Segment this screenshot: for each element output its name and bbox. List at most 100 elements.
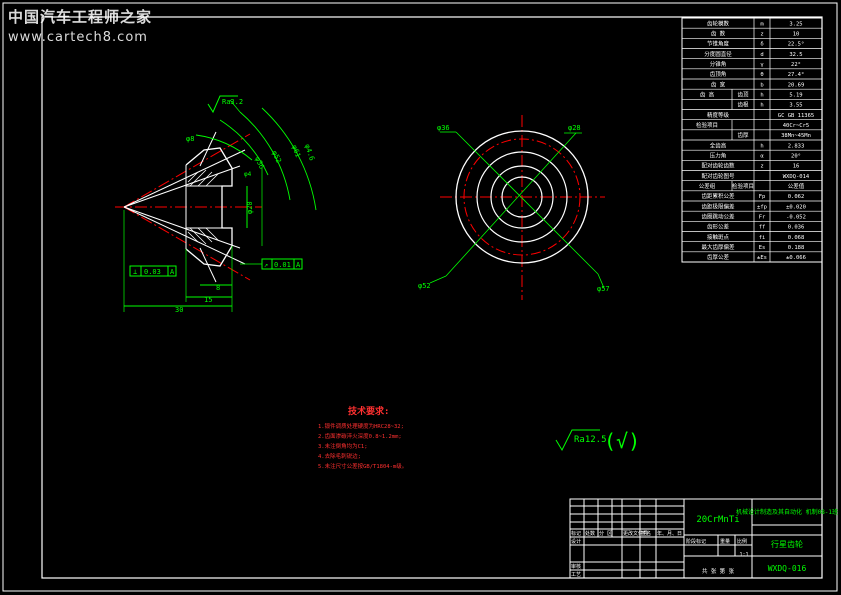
param-value: -0.052	[786, 214, 806, 220]
note-line: 2.齿面渗碳淬火深度0.8~1.2mm;	[318, 432, 402, 440]
param-value: 0.188	[788, 245, 805, 251]
general-surface-mark: Ra12.5 (√)	[555, 429, 640, 453]
drawing-number: WXDQ-016	[768, 564, 807, 573]
end-dim-1: φ36	[437, 124, 450, 132]
param-label: 节锥角度	[707, 40, 730, 48]
param-value: 0.036	[788, 225, 805, 231]
param-label: 分锥角	[710, 60, 727, 68]
param-symbol: γ	[760, 62, 764, 68]
param-value: 40Cr~Cr5	[783, 123, 810, 129]
dim-cone1: φ36	[253, 155, 266, 170]
param-label: 齿圈跳动公差	[701, 212, 735, 220]
pitch-cone-line	[123, 133, 251, 208]
param-value: ±0.066	[786, 255, 806, 261]
param-symbol: Fr	[759, 214, 766, 220]
technical-requirements: 技术要求: 1.锻件调质处理硬度为HRC28~32; 2.齿面渗碳淬火深度0.8…	[318, 405, 407, 470]
param-label: 压力角	[710, 151, 727, 159]
dim-cone4: φ4.6	[303, 143, 316, 162]
param-label: 齿 宽	[711, 80, 726, 88]
svg-text:⊥: ⊥	[133, 268, 137, 276]
svg-text:比例: 比例	[737, 538, 747, 545]
note-line: 5.未注尺寸公差按GB/T1804-m级。	[318, 462, 407, 470]
drawing-canvas: 30 15 8 φ20 ⊥ 0.03 A ↗ 0.01 A Ra3.2 φ36 …	[2, 2, 838, 592]
param-label: 接触斑点	[707, 233, 730, 241]
param-value: 3.55	[789, 103, 802, 109]
svg-text:↗: ↗	[264, 261, 268, 269]
param-value: 2.833	[788, 143, 805, 149]
param-symbol: b	[760, 82, 763, 88]
end-dim-4: φ57	[597, 285, 610, 293]
part-name: 行星齿轮	[771, 539, 803, 549]
dim-cone2: φ52	[270, 149, 283, 164]
svg-text:处数: 处数	[585, 530, 595, 537]
param-label: 公差组	[699, 182, 716, 190]
inner-border	[41, 16, 823, 579]
param-value: 0.062	[788, 194, 805, 200]
param-symbol: ff	[759, 225, 766, 231]
svg-text:A: A	[170, 268, 175, 276]
material-name: 20CrMnTi	[696, 515, 739, 525]
param-symbol: Es	[759, 245, 766, 251]
param-value: 10	[793, 31, 800, 37]
scale: 1:1	[739, 552, 748, 558]
param-symbol: z	[760, 31, 763, 37]
svg-text:0.03: 0.03	[144, 268, 161, 276]
param-value: 20°	[791, 153, 801, 159]
param-value: 3.25	[789, 21, 802, 27]
sheet-info: 共 张 第 张	[702, 567, 734, 575]
param-value: 公差值	[788, 182, 805, 190]
param-label: 齿距累积公差	[701, 192, 735, 200]
note-line: 3.未注倒角均为C1;	[318, 442, 368, 450]
parameter-table: 齿轮模数 m 3.25 齿 数 z 10 节锥角度 δ 22.5° 分度圆直径 d 32.5 分锥角 γ 2…	[681, 17, 823, 263]
dim-tilt2: φ4	[244, 171, 252, 178]
param-value: 27.4°	[788, 72, 805, 78]
param-label: 检验项目	[696, 121, 718, 129]
dim-15: 15	[204, 296, 212, 304]
param-symbol: z	[760, 164, 763, 170]
svg-text:标记: 标记	[571, 530, 581, 537]
svg-text:分 区: 分 区	[599, 530, 612, 537]
param-label: 齿 数	[711, 29, 726, 37]
param-label: 齿 高	[700, 90, 715, 98]
param-symbol: d	[760, 52, 763, 58]
param-sublabel: 齿顶	[737, 91, 749, 98]
param-symbol: δ	[760, 42, 763, 48]
end-dim-2: φ28	[568, 124, 581, 132]
param-value: 22.5°	[788, 42, 805, 48]
param-symbol: h	[760, 92, 763, 98]
param-label: 齿顶角	[710, 70, 727, 78]
param-label: 配对齿轮图号	[701, 172, 735, 180]
param-value: 38Mn~45Mn	[781, 133, 811, 139]
param-label: 最大齿厚偏差	[701, 243, 735, 251]
param-label: 齿形公差	[707, 223, 730, 231]
param-label: 分度圆直径	[704, 50, 732, 58]
param-value: 5.19	[789, 92, 802, 98]
param-symbol: α	[760, 153, 764, 159]
param-label: 齿轮模数	[707, 19, 730, 27]
svg-text:Ra3.2: Ra3.2	[222, 98, 243, 106]
side-view: 30 15 8 φ20 ⊥ 0.03 A ↗ 0.01 A Ra3.2 φ36 …	[115, 95, 317, 314]
param-label: 齿距极限偏差	[701, 202, 735, 210]
param-symbol: ±fp	[757, 204, 767, 210]
param-symbol: Fp	[759, 194, 766, 200]
param-value: GC GB 11365	[778, 113, 814, 119]
outer-border	[2, 2, 838, 592]
param-sublabel: 齿根	[737, 101, 749, 109]
param-label: 全齿高	[710, 141, 727, 149]
end-dim-3: φ52	[418, 282, 431, 290]
param-value: ±0.020	[786, 204, 806, 210]
note-line: 4.去除毛刺锐边;	[318, 452, 361, 460]
title-block-text: 20CrMnTi 机械设计制造及其自动化 机制08-1班 行星齿轮 WXDQ-0…	[571, 508, 838, 578]
param-symbol: h	[760, 143, 763, 149]
notes-title: 技术要求:	[348, 405, 389, 417]
svg-text:审核: 审核	[571, 563, 581, 570]
dim-cone3: φ61	[290, 144, 302, 159]
company-name: 机械设计制造及其自动化 机制08-1班	[736, 508, 838, 516]
param-symbol: ±Es	[757, 255, 767, 261]
svg-text:重量: 重量	[720, 538, 730, 545]
param-symbol: θ	[760, 72, 763, 78]
svg-text:(√): (√)	[604, 429, 640, 453]
param-value: 22°	[791, 62, 801, 68]
svg-text:设计: 设计	[571, 538, 581, 545]
dim-8: 8	[216, 284, 220, 292]
